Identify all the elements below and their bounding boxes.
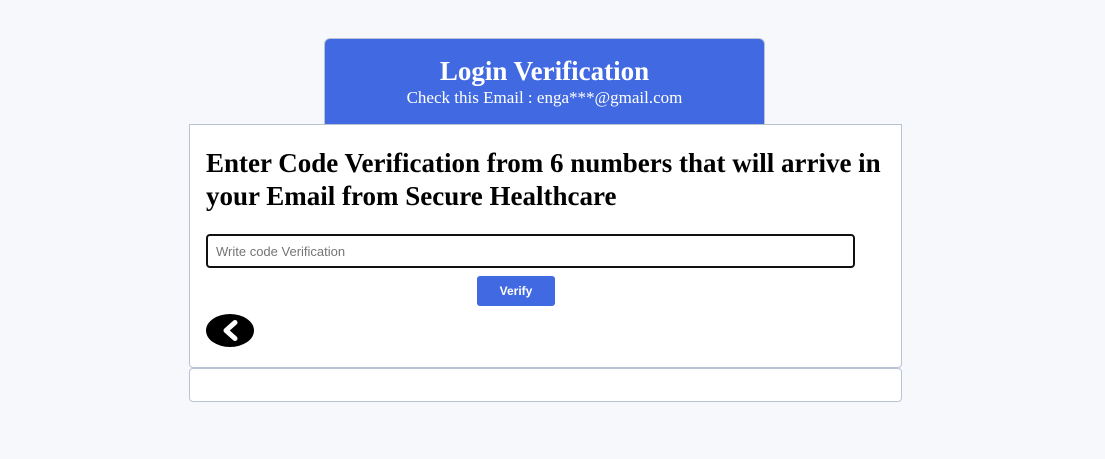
header-card: Login Verification Check this Email : en… bbox=[324, 38, 765, 125]
email-hint: Check this Email : enga***@gmail.com bbox=[406, 88, 683, 107]
page-title: Login Verification bbox=[439, 56, 650, 86]
verification-card: Enter Code Verification from 6 numbers t… bbox=[189, 124, 902, 368]
back-button[interactable] bbox=[206, 314, 254, 347]
verify-button[interactable]: Verify bbox=[477, 276, 555, 306]
verification-code-input[interactable] bbox=[206, 234, 855, 268]
instructions-heading: Enter Code Verification from 6 numbers t… bbox=[206, 148, 881, 211]
footer-card bbox=[189, 368, 902, 402]
chevron-left-icon bbox=[223, 320, 238, 341]
